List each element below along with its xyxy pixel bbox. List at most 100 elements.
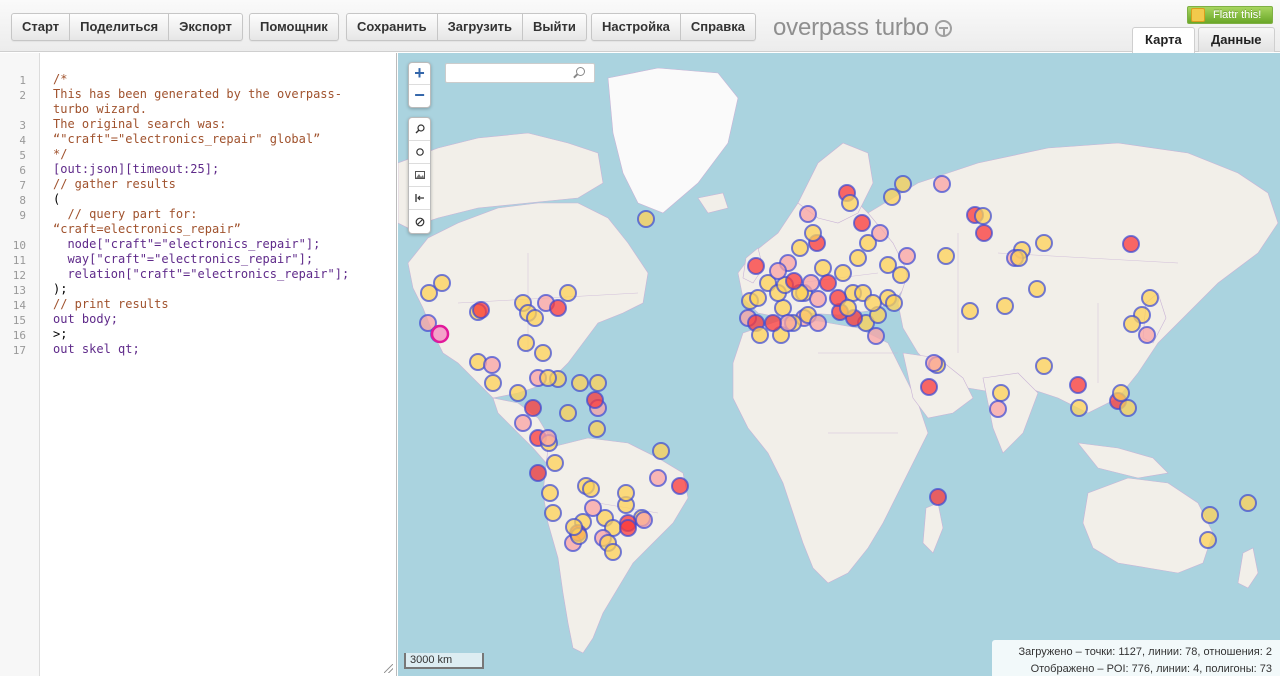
poi-marker[interactable] — [883, 188, 901, 206]
poi-marker[interactable] — [1112, 384, 1130, 402]
poi-marker[interactable] — [484, 374, 502, 392]
poi-marker[interactable] — [1199, 531, 1217, 549]
poi-marker[interactable] — [649, 469, 667, 487]
poi-marker[interactable] — [809, 314, 827, 332]
poi-marker[interactable] — [764, 314, 782, 332]
toggle-data-button[interactable] — [409, 164, 430, 187]
load-button[interactable]: Загрузить — [438, 14, 524, 40]
poi-marker[interactable] — [526, 309, 544, 327]
poi-marker[interactable] — [871, 224, 889, 242]
poi-marker[interactable] — [975, 224, 993, 242]
fullscreen-button[interactable] — [409, 187, 430, 210]
poi-marker[interactable] — [1122, 235, 1140, 253]
poi-marker[interactable] — [885, 294, 903, 312]
poi-marker[interactable] — [544, 504, 562, 522]
poi-marker[interactable] — [1119, 399, 1137, 417]
poi-marker[interactable] — [619, 519, 637, 537]
start-button[interactable]: Старт — [12, 14, 71, 40]
poi-marker[interactable] — [589, 374, 607, 392]
poi-marker[interactable] — [652, 442, 670, 460]
clear-data-button[interactable] — [409, 210, 430, 233]
poi-marker[interactable] — [571, 374, 589, 392]
poi-marker[interactable] — [671, 477, 689, 495]
poi-marker[interactable] — [892, 266, 910, 284]
poi-marker[interactable] — [747, 257, 765, 275]
poi-marker[interactable] — [785, 272, 803, 290]
poi-marker[interactable] — [539, 429, 557, 447]
poi-marker[interactable] — [1010, 249, 1028, 267]
poi-marker[interactable] — [834, 264, 852, 282]
poi-marker[interactable] — [433, 274, 451, 292]
poi-marker[interactable] — [894, 175, 912, 193]
poi-marker[interactable] — [483, 356, 501, 374]
poi-marker[interactable] — [582, 480, 600, 498]
poi-marker-selected[interactable] — [430, 324, 450, 344]
poi-marker[interactable] — [819, 274, 837, 292]
map-view[interactable]: + − 3000 km Загружено – точки: 1127, лин… — [398, 53, 1280, 676]
poi-marker[interactable] — [1035, 234, 1053, 252]
poi-marker[interactable] — [549, 299, 567, 317]
poi-marker[interactable] — [769, 262, 787, 280]
poi-marker[interactable] — [804, 224, 822, 242]
poi-marker[interactable] — [867, 327, 885, 345]
settings-button[interactable]: Настройка — [592, 14, 681, 40]
export-button[interactable]: Экспорт — [169, 14, 242, 40]
poi-marker[interactable] — [814, 259, 832, 277]
poi-marker[interactable] — [839, 299, 857, 317]
poi-marker[interactable] — [617, 484, 635, 502]
poi-marker[interactable] — [509, 384, 527, 402]
poi-marker[interactable] — [1239, 494, 1257, 512]
poi-marker[interactable] — [929, 488, 947, 506]
poi-marker[interactable] — [637, 210, 655, 228]
poi-marker[interactable] — [779, 314, 797, 332]
poi-marker[interactable] — [541, 484, 559, 502]
poi-marker[interactable] — [1141, 289, 1159, 307]
poi-marker[interactable] — [774, 299, 792, 317]
poi-marker[interactable] — [996, 297, 1014, 315]
poi-marker[interactable] — [1201, 506, 1219, 524]
poi-marker[interactable] — [974, 207, 992, 225]
poi-marker[interactable] — [751, 326, 769, 344]
zoom-out-button[interactable]: − — [409, 85, 430, 107]
poi-marker[interactable] — [1069, 376, 1087, 394]
poi-marker[interactable] — [920, 378, 938, 396]
poi-marker[interactable] — [849, 249, 867, 267]
poi-marker[interactable] — [898, 247, 916, 265]
poi-marker[interactable] — [559, 284, 577, 302]
poi-marker[interactable] — [1138, 326, 1156, 344]
poi-marker[interactable] — [864, 294, 882, 312]
poi-marker[interactable] — [472, 301, 490, 319]
share-button[interactable]: Поделиться — [70, 14, 170, 40]
poi-marker[interactable] — [517, 334, 535, 352]
poi-marker[interactable] — [809, 290, 827, 308]
query-editor[interactable]: 1 2 3 4 5 6 7 8 9 10 11 12 13 14 15 16 1… — [0, 53, 397, 676]
poi-marker[interactable] — [565, 518, 583, 536]
help-button[interactable]: Справка — [681, 14, 755, 40]
poi-marker[interactable] — [933, 175, 951, 193]
poi-marker[interactable] — [635, 511, 653, 529]
poi-marker[interactable] — [559, 404, 577, 422]
flattr-button[interactable]: Flattr this! — [1187, 6, 1273, 24]
poi-marker[interactable] — [514, 414, 532, 432]
poi-marker[interactable] — [588, 420, 606, 438]
poi-marker[interactable] — [925, 354, 943, 372]
poi-marker[interactable] — [1028, 280, 1046, 298]
tab-map[interactable]: Карта — [1132, 27, 1195, 53]
poi-marker[interactable] — [534, 344, 552, 362]
poi-marker[interactable] — [749, 289, 767, 307]
poi-marker[interactable] — [841, 194, 859, 212]
resize-handle[interactable] — [384, 664, 393, 673]
poi-marker[interactable] — [1035, 357, 1053, 375]
poi-marker[interactable] — [992, 384, 1010, 402]
poi-marker[interactable] — [604, 543, 622, 561]
poi-marker[interactable] — [853, 214, 871, 232]
poi-marker[interactable] — [961, 302, 979, 320]
tab-data[interactable]: Данные — [1198, 27, 1275, 52]
map-search-input[interactable] — [445, 63, 595, 83]
poi-marker[interactable] — [799, 205, 817, 223]
poi-marker[interactable] — [546, 454, 564, 472]
poi-marker[interactable] — [791, 239, 809, 257]
save-button[interactable]: Сохранить — [347, 14, 438, 40]
logout-button[interactable]: Выйти — [523, 14, 586, 40]
poi-marker[interactable] — [524, 399, 542, 417]
